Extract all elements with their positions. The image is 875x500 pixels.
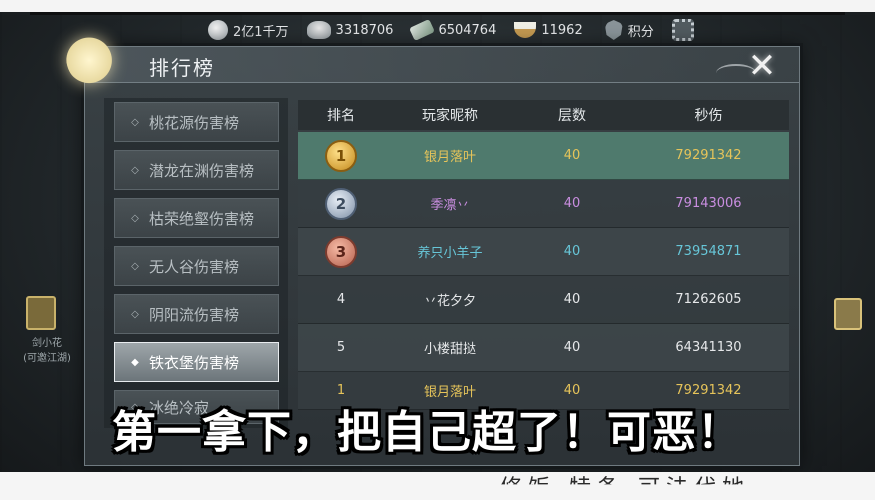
rank-cell: 1 bbox=[298, 132, 384, 179]
table-header: 排名 玩家昵称 层数 秒伤 bbox=[298, 100, 789, 130]
dps-cell: 71262605 bbox=[675, 292, 742, 307]
floor-cell: 40 bbox=[563, 196, 581, 211]
table-row[interactable]: 4 丷花夕夕 40 71262605 bbox=[298, 276, 789, 324]
header-dps: 秒伤 bbox=[694, 108, 723, 124]
jade-icon bbox=[208, 20, 228, 40]
bowl-icon bbox=[514, 22, 537, 38]
currency-bowl-value: 11962 bbox=[541, 22, 583, 38]
table-row[interactable]: 3 养只小羊子 40 73954871 bbox=[298, 228, 789, 276]
diamond-icon: ◇ bbox=[131, 308, 139, 320]
diamond-filled-icon: ◆ bbox=[131, 356, 139, 368]
currency-jade[interactable]: 2亿1千万 bbox=[208, 20, 289, 40]
dps-cell: 79143006 bbox=[675, 196, 742, 211]
diamond-icon: ◇ bbox=[131, 116, 139, 128]
table-row[interactable]: 5 小楼甜挞 40 64341130 bbox=[298, 324, 789, 372]
video-subtitle: 第一拿下，把自己超了！可恶！ bbox=[112, 407, 742, 458]
category-label: 潜龙在渊伤害榜 bbox=[149, 161, 255, 180]
silver-medal-icon: 2 bbox=[325, 187, 357, 220]
currency-ingot[interactable]: 3318706 bbox=[306, 21, 394, 39]
ingot-icon bbox=[306, 21, 331, 39]
category-label: 阴阳流伤害榜 bbox=[149, 305, 240, 324]
category-kurong[interactable]: ◇ 枯荣绝壑伤害榜 bbox=[114, 198, 279, 238]
panel-header: 排行榜 bbox=[85, 47, 799, 83]
dps-cell: 64341130 bbox=[675, 340, 742, 355]
left-scroll-icon[interactable] bbox=[26, 296, 56, 330]
score-label: 积分 bbox=[627, 24, 654, 40]
name-cell: 小楼甜挞 bbox=[423, 342, 476, 357]
header-rank: 排名 bbox=[327, 108, 355, 124]
floor-cell: 40 bbox=[563, 148, 581, 163]
category-tieyibao[interactable]: ◆ 铁衣堡伤害榜 bbox=[114, 342, 279, 382]
page-title: 排行榜 bbox=[149, 56, 215, 80]
right-scroll-icon[interactable] bbox=[834, 298, 862, 330]
left-side-name: 剑小花 bbox=[32, 338, 62, 349]
shield-icon bbox=[604, 20, 623, 40]
currency-scroll-value: 6504764 bbox=[438, 22, 497, 38]
name-cell: 银月落叶 bbox=[423, 150, 476, 165]
category-yinyangliu[interactable]: ◇ 阴阳流伤害榜 bbox=[114, 294, 279, 334]
currency-scroll[interactable]: 6504764 bbox=[409, 19, 497, 41]
name-cell: 丷花夕夕 bbox=[423, 294, 476, 309]
ranking-table: 排名 玩家昵称 层数 秒伤 1 银月落叶 40 79291342 2 季凛丷 4… bbox=[298, 100, 789, 410]
diamond-icon: ◇ bbox=[131, 260, 139, 272]
name-cell: 养只小羊子 bbox=[417, 246, 483, 261]
scroll-icon bbox=[409, 19, 436, 41]
rank-cell: 5 bbox=[336, 340, 346, 355]
left-side-sub: (可邀江湖) bbox=[23, 353, 71, 364]
left-side-label: 剑小花 (可邀江湖) bbox=[22, 334, 72, 364]
currency-bowl[interactable]: 11962 bbox=[514, 22, 583, 38]
currency-jade-value: 2亿1千万 bbox=[233, 24, 289, 40]
rank-cell: 2 bbox=[298, 180, 384, 227]
top-border bbox=[0, 0, 875, 12]
bronze-medal-icon: 3 bbox=[325, 235, 357, 268]
gold-medal-icon: 1 bbox=[325, 139, 357, 172]
crescent-moon-icon bbox=[66, 24, 132, 90]
category-wurengu[interactable]: ◇ 无人谷伤害榜 bbox=[114, 246, 279, 286]
dps-cell: 79291342 bbox=[675, 148, 742, 163]
rank-cell: 4 bbox=[336, 292, 346, 307]
category-taohuayuan[interactable]: ◇ 桃花源伤害榜 bbox=[114, 102, 279, 142]
category-label: 桃花源伤害榜 bbox=[149, 113, 240, 132]
diamond-icon: ◇ bbox=[131, 164, 139, 176]
dps-cell: 73954871 bbox=[675, 244, 742, 259]
currency-ingot-value: 3318706 bbox=[335, 22, 394, 38]
diamond-icon: ◇ bbox=[131, 212, 139, 224]
header-name: 玩家昵称 bbox=[422, 108, 478, 124]
top-divider bbox=[30, 12, 845, 15]
gear-icon bbox=[671, 19, 694, 41]
category-label: 枯荣绝壑伤害榜 bbox=[149, 209, 255, 228]
floor-cell: 40 bbox=[563, 292, 581, 307]
floor-cell: 40 bbox=[563, 340, 581, 355]
floor-cell: 40 bbox=[563, 244, 581, 259]
category-qianlong[interactable]: ◇ 潜龙在渊伤害榜 bbox=[114, 150, 279, 190]
currency-bar: 2亿1千万 3318706 6504764 11962 积分 bbox=[208, 16, 694, 44]
category-label: 铁衣堡伤害榜 bbox=[149, 353, 240, 372]
settings-button[interactable] bbox=[671, 19, 694, 41]
table-row[interactable]: 1 银月落叶 40 79291342 bbox=[298, 132, 789, 180]
header-floor: 层数 bbox=[558, 108, 586, 124]
rank-cell: 3 bbox=[298, 228, 384, 275]
score-button[interactable]: 积分 bbox=[604, 20, 654, 40]
category-label: 无人谷伤害榜 bbox=[149, 257, 240, 276]
close-button[interactable]: ✕ bbox=[740, 44, 784, 88]
table-row[interactable]: 2 季凛丷 40 79143006 bbox=[298, 180, 789, 228]
leaderboard-category-list: ◇ 桃花源伤害榜 ◇ 潜龙在渊伤害榜 ◇ 枯荣绝壑伤害榜 ◇ 无人谷伤害榜 ◇ … bbox=[104, 98, 288, 428]
name-cell: 季凛丷 bbox=[430, 198, 470, 213]
